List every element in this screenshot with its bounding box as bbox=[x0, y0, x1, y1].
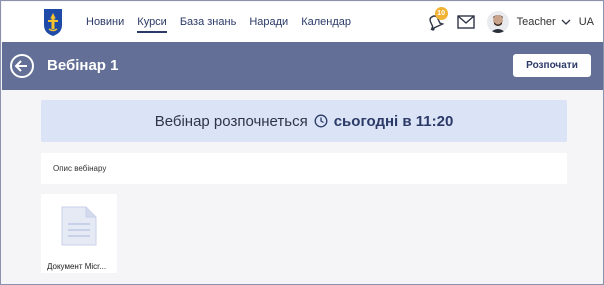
clock-icon bbox=[314, 114, 328, 128]
page-title: Вебінар 1 bbox=[47, 57, 119, 74]
webinar-description: Опис вебінару bbox=[41, 153, 567, 184]
kyiv-logo[interactable] bbox=[38, 7, 68, 37]
app-frame: Новини Курси База знань Наради Календар … bbox=[0, 0, 604, 285]
chevron-down-icon[interactable] bbox=[561, 18, 571, 26]
mail-icon[interactable] bbox=[456, 15, 475, 29]
top-navigation: Новини Курси База знань Наради Календар … bbox=[2, 2, 603, 42]
nav-item-calendar[interactable]: Календар bbox=[301, 14, 351, 30]
nav-item-courses[interactable]: Курси bbox=[137, 14, 167, 33]
back-arrow-icon bbox=[14, 60, 27, 72]
notifications-button[interactable]: 10 bbox=[425, 7, 448, 32]
nav-item-news[interactable]: Новини bbox=[86, 14, 124, 30]
user-tools: 10 Teacher UA bbox=[425, 2, 594, 42]
webinar-start-banner: Вебінар розпочнеться сьогодні в 11:20 bbox=[41, 100, 567, 142]
user-name[interactable]: Teacher bbox=[517, 16, 556, 28]
avatar[interactable] bbox=[486, 11, 509, 33]
document-card[interactable]: Документ Micr... bbox=[41, 194, 117, 273]
banner-time: сьогодні в 11:20 bbox=[333, 112, 454, 130]
back-button[interactable] bbox=[10, 54, 34, 78]
nav-item-meetings[interactable]: Наради bbox=[249, 14, 288, 30]
description-label: Опис вебінару bbox=[53, 164, 107, 173]
document-name: Документ Micr... bbox=[47, 262, 107, 271]
nav-item-knowledge-base[interactable]: База знань bbox=[180, 14, 236, 30]
banner-text: Вебінар розпочнеться bbox=[154, 112, 308, 130]
start-webinar-button[interactable]: Розпочати bbox=[513, 54, 591, 77]
notification-badge: 10 bbox=[434, 7, 448, 20]
language-switch[interactable]: UA bbox=[579, 16, 594, 28]
document-icon bbox=[61, 206, 97, 246]
page-header: Вебінар 1 Розпочати bbox=[2, 42, 603, 90]
main-nav: Новини Курси База знань Наради Календар bbox=[86, 2, 351, 42]
